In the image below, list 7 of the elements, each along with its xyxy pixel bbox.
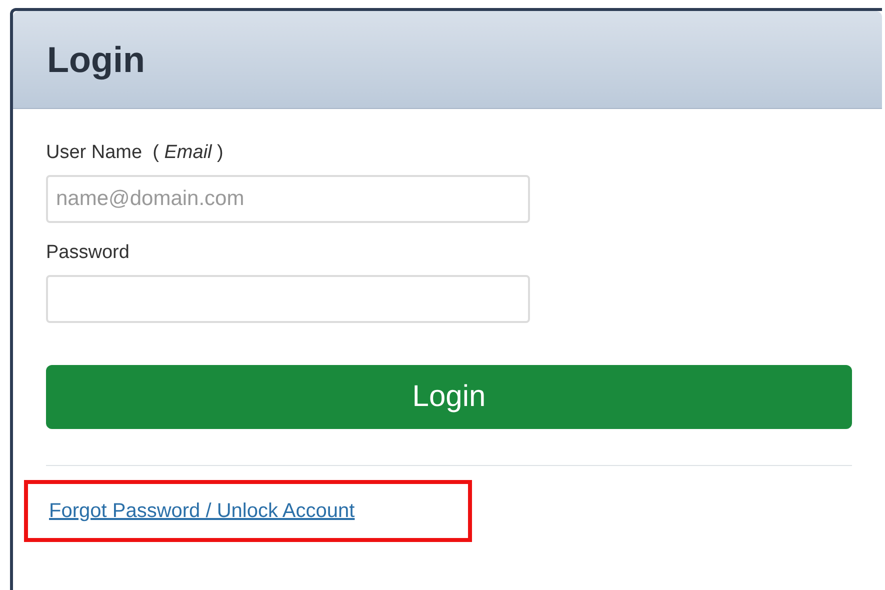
input-field[interactable]: name@domain.com [46,174,530,223]
field-label: Password [46,240,130,264]
login-button[interactable]: Login [46,364,852,428]
forgot-password-link[interactable]: Forgot Password / Unlock Account [49,496,355,526]
input-field[interactable] [46,274,530,322]
panel-title: Login [47,42,145,78]
field-label: User Name ( Email ) [46,141,224,165]
